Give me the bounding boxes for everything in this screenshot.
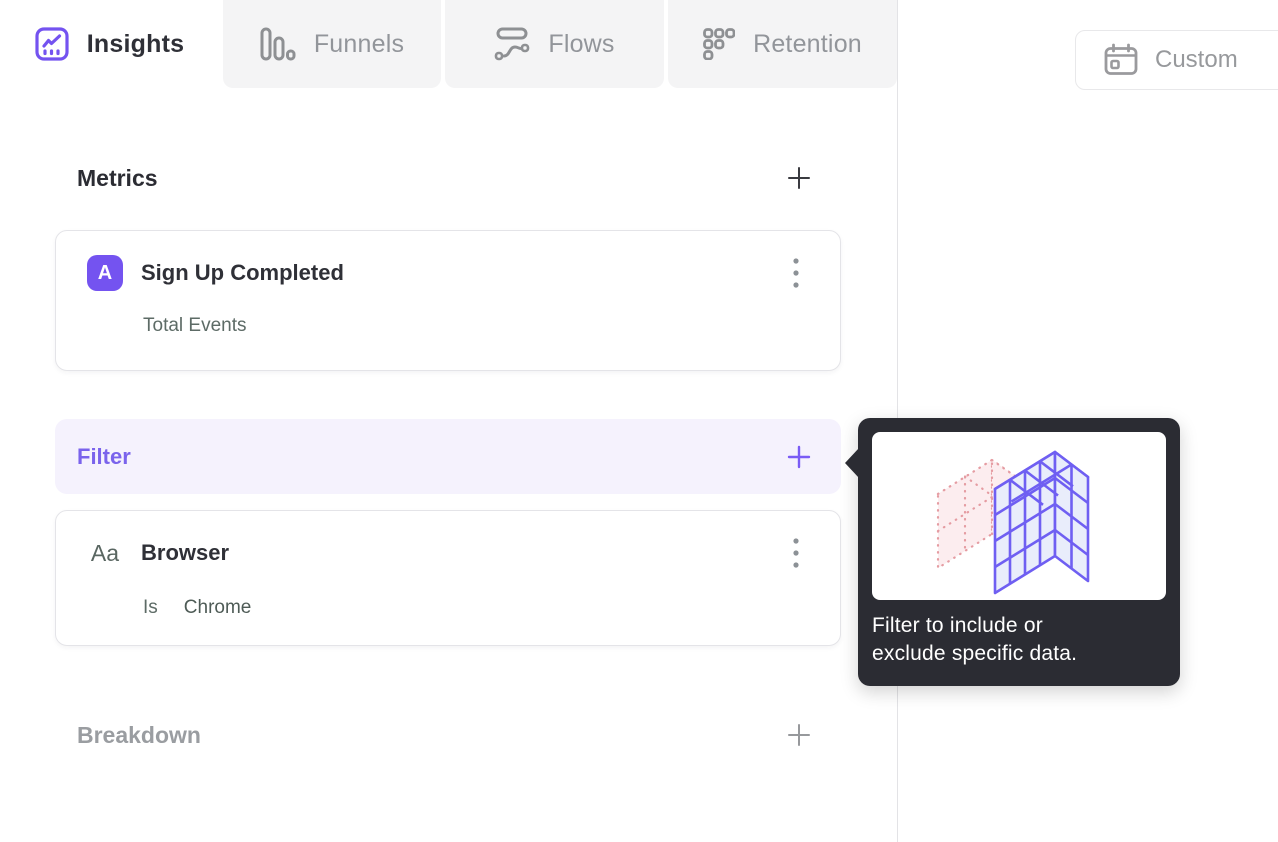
filter-section-title: Filter bbox=[77, 443, 131, 469]
filter-cube-illustration bbox=[872, 432, 1166, 600]
tooltip-arrow bbox=[845, 448, 859, 478]
tab-insights[interactable]: Insights bbox=[0, 0, 219, 88]
date-range-button[interactable]: Custom bbox=[1075, 30, 1278, 90]
add-breakdown-button[interactable] bbox=[787, 723, 811, 747]
insights-chart-icon bbox=[35, 27, 69, 61]
filter-kebab-menu-icon[interactable] bbox=[782, 535, 810, 571]
breakdown-section-title: Breakdown bbox=[77, 721, 201, 748]
tab-retention-label: Retention bbox=[753, 29, 862, 58]
metric-letter-badge: A bbox=[87, 255, 123, 291]
tooltip-text: Filter to include or exclude specific da… bbox=[872, 612, 1166, 668]
tooltip-text-line2: exclude specific data. bbox=[872, 642, 1078, 665]
tab-retention[interactable]: Retention bbox=[668, 0, 897, 88]
metrics-section-header: Metrics bbox=[55, 153, 841, 203]
flows-stream-icon bbox=[494, 27, 530, 61]
filter-help-tooltip: Filter to include or exclude specific da… bbox=[845, 418, 1180, 686]
insights-query-builder: Insights Funnels Flows Retention Custom … bbox=[0, 0, 1278, 842]
filter-operator[interactable]: Is bbox=[143, 597, 158, 619]
retention-dots-icon bbox=[703, 28, 736, 60]
tooltip-text-line1: Filter to include or bbox=[872, 614, 1043, 637]
filter-section-header[interactable]: Filter bbox=[55, 419, 841, 494]
metric-card[interactable]: A Sign Up Completed Total Events bbox=[55, 230, 841, 371]
tab-flows-label: Flows bbox=[548, 29, 615, 58]
tab-funnels-label: Funnels bbox=[313, 29, 405, 58]
filter-property-card[interactable]: Aa Browser Is Chrome bbox=[55, 510, 841, 646]
metric-card-header: A Sign Up Completed bbox=[87, 255, 810, 291]
filter-property-name: Browser bbox=[141, 540, 230, 565]
metric-kebab-menu-icon[interactable] bbox=[782, 255, 810, 291]
funnel-bars-icon bbox=[260, 27, 296, 61]
tab-flows[interactable]: Flows bbox=[445, 0, 664, 88]
tab-funnels[interactable]: Funnels bbox=[223, 0, 441, 88]
add-filter-button[interactable] bbox=[787, 445, 811, 469]
filter-condition: Is Chrome bbox=[143, 597, 251, 619]
tab-insights-label: Insights bbox=[86, 29, 185, 58]
calendar-icon bbox=[1103, 43, 1139, 77]
metrics-section-title: Metrics bbox=[77, 164, 158, 191]
breakdown-section-header: Breakdown bbox=[55, 710, 841, 760]
date-range-label: Custom bbox=[1155, 46, 1238, 73]
filter-card-header: Aa Browser bbox=[87, 535, 810, 571]
add-metric-button[interactable] bbox=[787, 166, 811, 190]
filter-value[interactable]: Chrome bbox=[184, 597, 252, 619]
metric-aggregation[interactable]: Total Events bbox=[143, 315, 247, 337]
metric-event-name: Sign Up Completed bbox=[141, 260, 344, 285]
string-property-icon: Aa bbox=[90, 539, 120, 566]
